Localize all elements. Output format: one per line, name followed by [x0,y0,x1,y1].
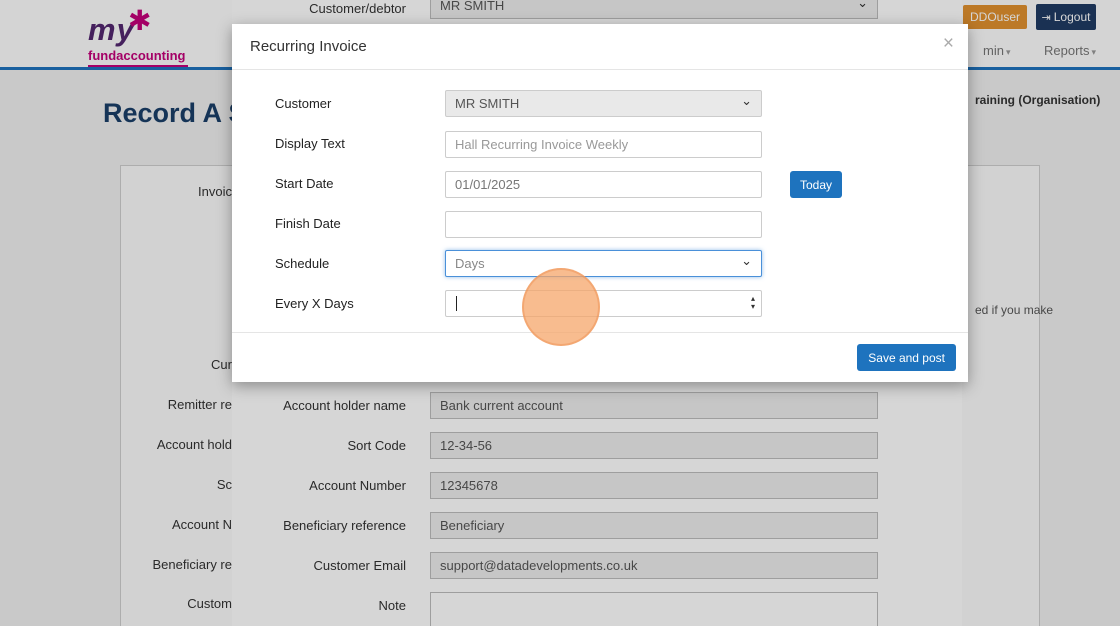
schedule-value: Days [455,256,485,271]
customer-value: MR SMITH [455,96,520,111]
start-date-label: Start Date [275,176,334,191]
display-text-input[interactable] [445,131,762,158]
modal-title: Recurring Invoice [250,38,367,55]
customer-label: Customer [275,96,332,111]
start-date-input[interactable] [445,171,762,198]
every-x-days-input[interactable] [445,290,762,317]
recurring-invoice-modal: Recurring Invoice × Customer MR SMITH ⌄ … [232,24,968,382]
number-spinner[interactable]: ▴ ▾ [751,295,755,311]
every-x-days-label: Every X Days [275,296,354,311]
click-indicator [522,268,600,346]
schedule-select[interactable]: Days ⌄ [445,250,762,277]
every-x-days-field: ▴ ▾ [445,290,762,317]
modal-footer: Save and post [232,332,968,382]
spinner-down-icon: ▾ [750,302,755,311]
finish-date-input[interactable] [445,211,762,238]
customer-select[interactable]: MR SMITH ⌄ [445,90,762,117]
today-button[interactable]: Today [790,171,842,198]
close-icon[interactable]: × [943,33,954,55]
text-cursor [456,296,457,311]
schedule-label: Schedule [275,256,330,271]
save-and-post-button[interactable]: Save and post [857,344,956,371]
finish-date-label: Finish Date [275,216,341,231]
chevron-down-icon: ⌄ [741,92,752,108]
chevron-down-icon: ⌄ [741,252,752,268]
modal-header: Recurring Invoice × [232,24,968,70]
display-text-label: Display Text [275,136,345,151]
screen: my ✱ fundaccounting DDOuser ⇥ Logout min ▾… [0,0,1120,626]
